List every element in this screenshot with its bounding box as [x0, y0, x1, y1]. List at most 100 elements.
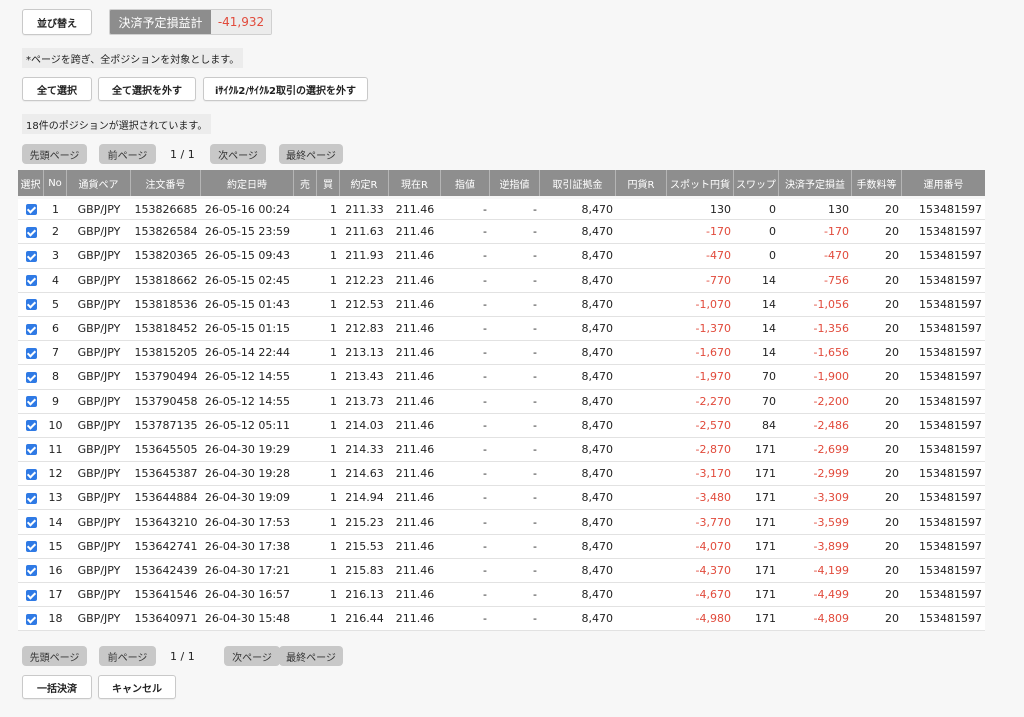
row-checkbox[interactable] — [25, 541, 37, 553]
cell-margin: 8,470 — [540, 316, 616, 342]
table-row[interactable]: 14 GBP/JPY 153643210 26-04-30 17:53 1 215.23 2… — [18, 510, 985, 535]
bulk-settle-button[interactable]: 一括決済 — [22, 675, 92, 699]
cell-no: 1 — [44, 196, 67, 221]
deselect-all-button[interactable]: 全て選択を外す — [98, 77, 196, 101]
table-row[interactable]: 15 GBP/JPY 153642741 26-04-30 17:38 1 215.53 2… — [18, 534, 985, 559]
cell-sell — [294, 365, 317, 390]
row-checkbox[interactable] — [25, 275, 37, 287]
table-row[interactable]: 13 GBP/JPY 153644884 26-04-30 19:09 1 214.94 2… — [18, 486, 985, 511]
row-checkbox[interactable] — [25, 396, 37, 408]
cell-pl: -2,200 — [779, 389, 852, 414]
table-row[interactable]: 16 GBP/JPY 153642439 26-04-30 17:21 1 215.83 2… — [18, 558, 985, 583]
table-row[interactable]: 12 GBP/JPY 153645387 26-04-30 19:28 1 214.63 2… — [18, 462, 985, 487]
table-row[interactable]: 11 GBP/JPY 153645505 26-04-30 19:29 1 214.33 2… — [18, 437, 985, 463]
table-row[interactable]: 18 GBP/JPY 153640971 26-04-30 15:48 1 216.44 2… — [18, 607, 985, 632]
table-row[interactable]: 17 GBP/JPY 153641546 26-04-30 16:57 1 216.13 2… — [18, 583, 985, 608]
cell-order: 153645505 — [131, 437, 201, 463]
cell-margin: 8,470 — [540, 244, 616, 269]
cell-no: 13 — [44, 486, 67, 511]
cell-cur: 211.46 — [389, 583, 441, 608]
row-checkbox[interactable] — [25, 323, 37, 335]
deselect-cycle-button[interactable]: iｻｲｸﾙ2/ｻｲｸﾙ2取引の選択を外す — [203, 77, 368, 101]
cell-no: 10 — [44, 413, 67, 438]
col-header[interactable]: スワップ — [734, 170, 779, 196]
row-checkbox[interactable] — [25, 613, 37, 625]
row-checkbox[interactable] — [25, 492, 37, 504]
col-header[interactable]: No — [44, 170, 67, 196]
cell-fee: 20 — [852, 437, 902, 463]
cell-fee: 20 — [852, 510, 902, 535]
next-page-button[interactable]: 次ページ — [210, 144, 266, 164]
select-all-button[interactable]: 全て選択 — [22, 77, 92, 101]
col-header[interactable]: 売 — [294, 170, 317, 196]
row-checkbox[interactable] — [25, 589, 37, 601]
next-page-button-bottom[interactable]: 次ページ — [224, 646, 280, 666]
cell-fee: 20 — [852, 220, 902, 245]
row-checkbox[interactable] — [25, 468, 37, 480]
last-page-button-bottom[interactable]: 最終ページ — [279, 646, 343, 666]
cell-pair: GBP/JPY — [67, 534, 131, 559]
prev-page-button[interactable]: 前ページ — [99, 144, 156, 164]
row-checkbox[interactable] — [25, 444, 37, 456]
cell-no: 12 — [44, 462, 67, 487]
cell-buy: 1 — [317, 196, 340, 221]
cell-order: 153640971 — [131, 607, 201, 632]
first-page-button[interactable]: 先頭ページ — [22, 144, 87, 164]
col-header[interactable]: 約定日時 — [201, 170, 294, 196]
row-checkbox[interactable] — [25, 299, 37, 311]
col-header[interactable]: 決済予定損益 — [779, 170, 852, 196]
cell-exec: 211.33 — [340, 196, 389, 221]
cell-order: 153790494 — [131, 365, 201, 390]
col-header[interactable]: 買 — [317, 170, 340, 196]
cell-swap: 70 — [734, 365, 779, 390]
table-row[interactable]: 10 GBP/JPY 153787135 26-05-12 05:11 1 214.03 2… — [18, 413, 985, 438]
cell-stop: - — [490, 413, 540, 438]
row-select-cell — [18, 292, 44, 317]
row-checkbox[interactable] — [25, 371, 37, 383]
cell-yen — [616, 558, 667, 583]
cell-cur: 211.46 — [389, 607, 441, 632]
cell-swap: 14 — [734, 268, 779, 293]
total-pl-value: -41,932 — [211, 10, 271, 34]
row-checkbox[interactable] — [25, 347, 37, 359]
row-checkbox[interactable] — [25, 517, 37, 529]
cell-stop: - — [490, 220, 540, 245]
col-header[interactable]: 通貨ペア — [67, 170, 131, 196]
cell-sell — [294, 413, 317, 438]
col-header[interactable]: スポット円貨 — [667, 170, 734, 196]
sort-button[interactable]: 並び替え — [22, 9, 92, 35]
row-checkbox[interactable] — [25, 420, 37, 432]
col-header[interactable]: 指値 — [441, 170, 490, 196]
col-header[interactable]: 選択 — [18, 170, 44, 196]
table-row[interactable]: 1 GBP/JPY 153826685 26-05-16 00:24 1 211.33 21… — [18, 196, 985, 221]
cell-op: 153481597 — [902, 486, 985, 511]
table-row[interactable]: 4 GBP/JPY 153818662 26-05-15 02:45 1 212.23 21… — [18, 268, 985, 293]
row-checkbox[interactable] — [25, 226, 37, 238]
col-header[interactable]: 手数料等 — [852, 170, 902, 196]
first-page-button-bottom[interactable]: 先頭ページ — [22, 646, 87, 666]
cell-fee: 20 — [852, 316, 902, 342]
row-checkbox[interactable] — [25, 565, 37, 577]
col-header[interactable]: 取引証拠金 — [540, 170, 616, 196]
col-header[interactable]: 運用番号 — [902, 170, 985, 196]
prev-page-button-bottom[interactable]: 前ページ — [99, 646, 156, 666]
table-row[interactable]: 3 GBP/JPY 153820365 26-05-15 09:43 1 211.93 21… — [18, 244, 985, 269]
row-checkbox[interactable] — [25, 204, 37, 216]
cell-limit: - — [441, 486, 490, 511]
row-checkbox[interactable] — [25, 250, 37, 262]
col-header[interactable]: 現在R — [389, 170, 441, 196]
table-row[interactable]: 8 GBP/JPY 153790494 26-05-12 14:55 1 213.43 21… — [18, 365, 985, 390]
cancel-button[interactable]: キャンセル — [98, 675, 176, 699]
table-row[interactable]: 2 GBP/JPY 153826584 26-05-15 23:59 1 211.63 21… — [18, 220, 985, 245]
table-row[interactable]: 6 GBP/JPY 153818452 26-05-15 01:15 1 212.83 21… — [18, 316, 985, 342]
cell-exec: 213.73 — [340, 389, 389, 414]
table-row[interactable]: 5 GBP/JPY 153818536 26-05-15 01:43 1 212.53 21… — [18, 292, 985, 317]
col-header[interactable]: 約定R — [340, 170, 389, 196]
col-header[interactable]: 円貨R — [616, 170, 667, 196]
table-row[interactable]: 7 GBP/JPY 153815205 26-05-14 22:44 1 213.13 21… — [18, 341, 985, 366]
col-header[interactable]: 注文番号 — [131, 170, 201, 196]
last-page-button[interactable]: 最終ページ — [279, 144, 343, 164]
cell-no: 2 — [44, 220, 67, 245]
table-row[interactable]: 9 GBP/JPY 153790458 26-05-12 14:55 1 213.73 21… — [18, 389, 985, 414]
col-header[interactable]: 逆指値 — [490, 170, 540, 196]
